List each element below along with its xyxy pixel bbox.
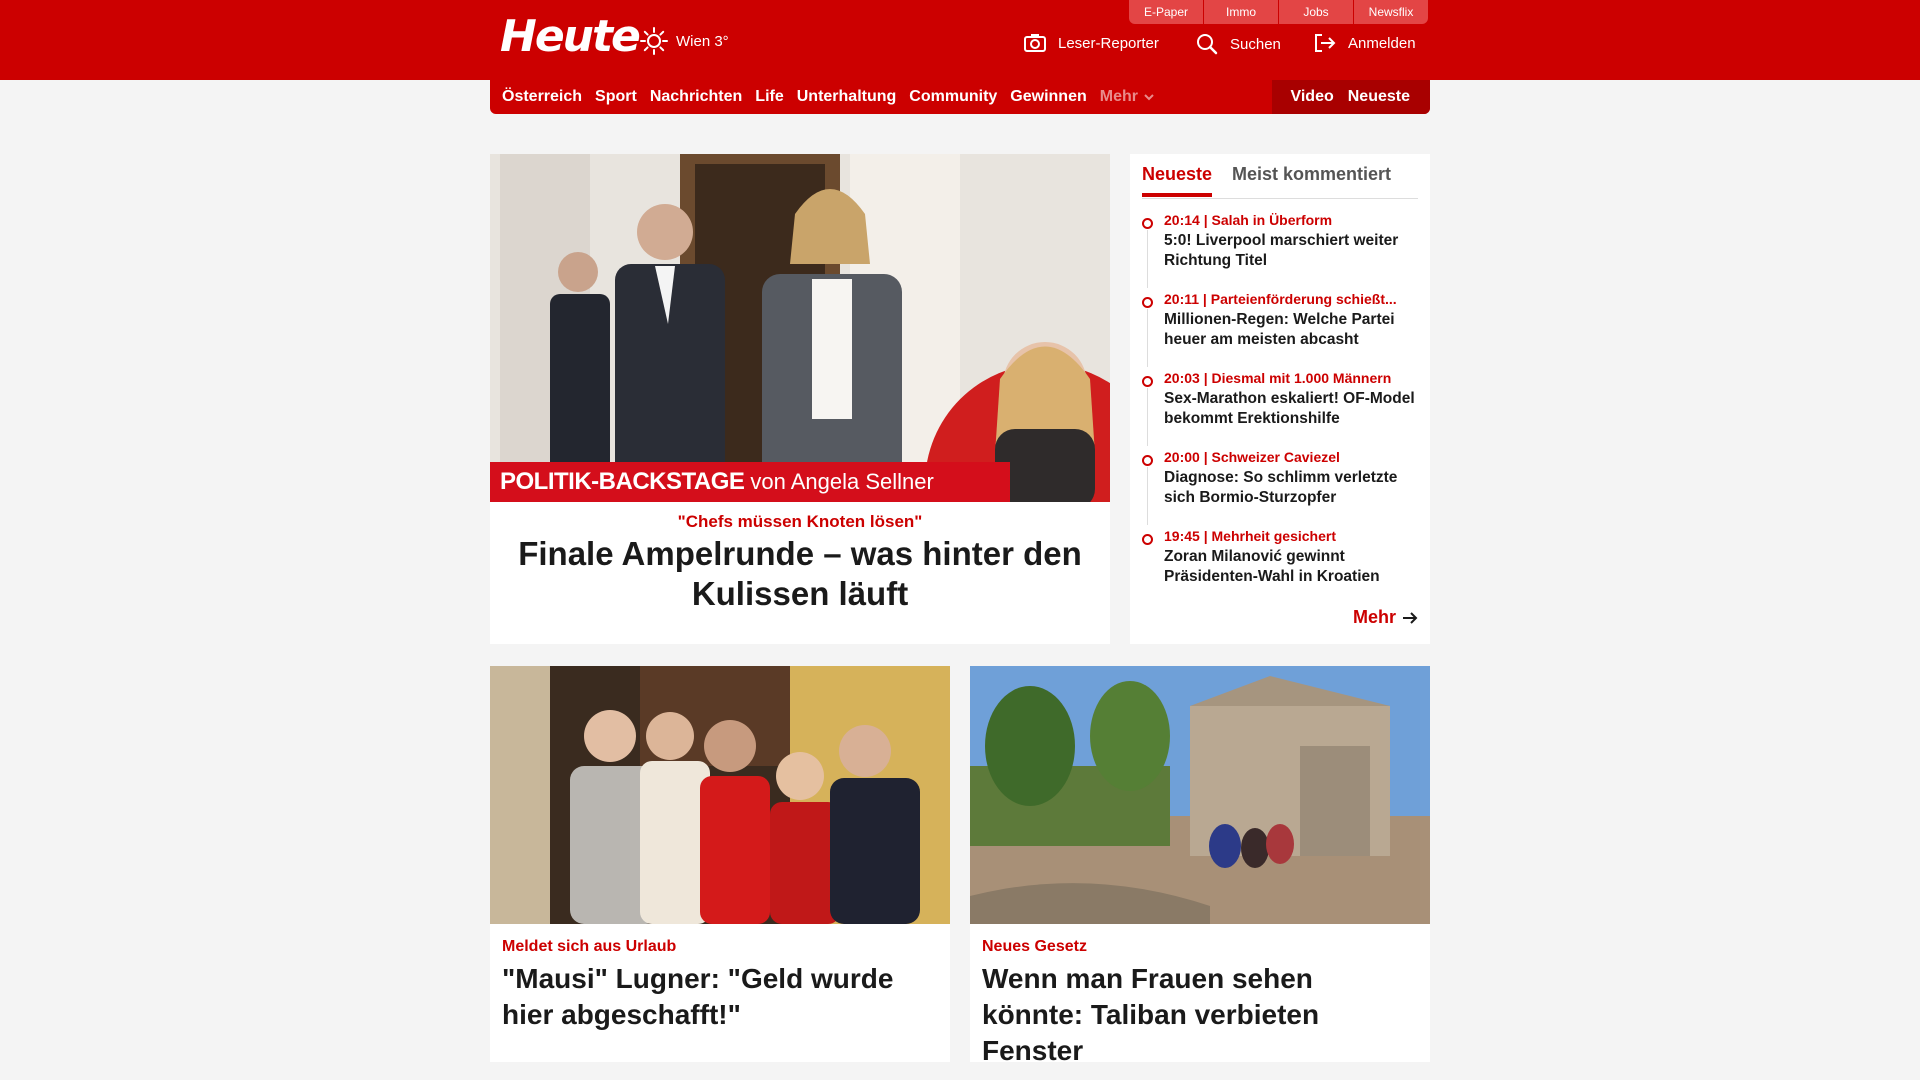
- article-card-kicker: Neues Gesetz: [982, 938, 1087, 955]
- party-photo-illustration: [490, 666, 950, 924]
- feed-item-title[interactable]: Diagnose: So schlimm verletzte sich Borm…: [1164, 468, 1422, 508]
- article-card-title[interactable]: "Mausi" Lugner: "Geld wurde hier abgesch…: [502, 961, 938, 1033]
- article-card-image: [970, 666, 1430, 924]
- nav-item-neueste[interactable]: Neueste: [1348, 88, 1410, 106]
- feed-item[interactable]: 20:14 | Salah in Überform 5:0! Liverpool…: [1142, 212, 1422, 291]
- site-logo[interactable]: Heute: [500, 12, 641, 62]
- nav-more-dropdown[interactable]: Mehr: [1100, 88, 1156, 106]
- leser-reporter-label: Leser-Reporter: [1058, 34, 1159, 52]
- nav-item-sport[interactable]: Sport: [595, 88, 637, 106]
- feed-item[interactable]: 20:03 | Diesmal mit 1.000 Männern Sex-Ma…: [1142, 370, 1422, 449]
- search-icon: [1197, 34, 1218, 55]
- weather-text: Wien 3°: [676, 32, 729, 50]
- hero-kicker: "Chefs müssen Knoten lösen": [677, 512, 923, 531]
- nav-item-community[interactable]: Community: [909, 88, 997, 106]
- feed-item-meta: 20:00 | Schweizer Caviezel: [1164, 449, 1340, 465]
- article-card-title[interactable]: Wenn man Frauen sehen könnte: Taliban ve…: [982, 961, 1418, 1069]
- hero-banner-author: von Angela Sellner: [750, 469, 934, 494]
- latest-news-sidebar: Neueste Meist kommentiert 20:14 | Salah …: [1130, 154, 1430, 644]
- timeline-line: [1147, 309, 1148, 367]
- hero-photo-illustration: [490, 154, 1110, 502]
- timeline-line: [1147, 230, 1148, 288]
- util-link-epaper[interactable]: E-Paper: [1129, 0, 1203, 24]
- nav-item-gewinnen[interactable]: Gewinnen: [1010, 88, 1086, 106]
- hero-banner: POLITIK-BACKSTAGE von Angela Sellner: [490, 462, 1010, 502]
- timeline-dot: [1142, 455, 1153, 466]
- more-news-link[interactable]: Mehr: [1353, 607, 1418, 628]
- nav-item-video[interactable]: Video: [1290, 88, 1333, 106]
- nav-item-unterhaltung[interactable]: Unterhaltung: [797, 88, 897, 106]
- feed-item-title[interactable]: 5:0! Liverpool marschiert weiter Richtun…: [1164, 231, 1422, 271]
- news-feed: 20:14 | Salah in Überform 5:0! Liverpool…: [1142, 212, 1422, 607]
- nav-item-oesterreich[interactable]: Österreich: [502, 88, 582, 106]
- feed-item-title[interactable]: Zoran Milanović gewinnt Präsidenten-Wahl…: [1164, 547, 1422, 587]
- timeline-dot: [1142, 297, 1153, 308]
- nav-right-group: Video Neueste: [1272, 80, 1430, 114]
- timeline-dot: [1142, 376, 1153, 387]
- village-photo-illustration: [970, 666, 1430, 924]
- hero-title[interactable]: Finale Ampelrunde – was hinter den Kulis…: [510, 534, 1090, 614]
- feed-item[interactable]: 19:45 | Mehrheit gesichert Zoran Milanov…: [1142, 528, 1422, 607]
- article-card[interactable]: Meldet sich aus Urlaub "Mausi" Lugner: "…: [490, 666, 950, 1062]
- article-card-image: [490, 666, 950, 924]
- search-label: Suchen: [1230, 35, 1281, 53]
- timeline-dot: [1142, 534, 1153, 545]
- login-link[interactable]: Anmelden: [1314, 33, 1416, 53]
- sidebar-tabs: Neueste Meist kommentiert: [1142, 154, 1418, 199]
- utility-links: E-Paper Immo Jobs Newsflix: [1129, 0, 1428, 24]
- sun-icon: [640, 27, 668, 55]
- arrow-right-icon: [1403, 611, 1418, 624]
- tab-neueste[interactable]: Neueste: [1142, 164, 1212, 185]
- tab-meist-kommentiert[interactable]: Meist kommentiert: [1232, 164, 1391, 185]
- util-link-newsflix[interactable]: Newsflix: [1354, 0, 1428, 24]
- timeline-line: [1147, 388, 1148, 446]
- timeline-dot: [1142, 218, 1153, 229]
- more-news-label: Mehr: [1352, 607, 1396, 627]
- nav-item-nachrichten[interactable]: Nachrichten: [650, 88, 742, 106]
- timeline-line: [1147, 467, 1148, 525]
- article-card-kicker: Meldet sich aus Urlaub: [502, 938, 677, 955]
- chevron-down-icon: [1144, 94, 1154, 101]
- active-tab-indicator: [1142, 193, 1212, 197]
- weather-widget[interactable]: Wien 3°: [640, 27, 729, 55]
- leser-reporter-link[interactable]: Leser-Reporter: [1024, 33, 1159, 53]
- feed-item-title[interactable]: Sex-Marathon eskaliert! OF-Model bekommt…: [1164, 389, 1422, 429]
- feed-item[interactable]: 20:11 | Parteienförderung schießt... Mil…: [1142, 291, 1422, 370]
- camera-icon: [1024, 34, 1046, 52]
- hero-banner-title: POLITIK-BACKSTAGE: [500, 468, 745, 495]
- feed-item-meta: 20:14 | Salah in Überform: [1164, 212, 1333, 228]
- site-header: Heute Wien 3° E-Paper Immo Jobs Newsflix…: [0, 0, 1920, 80]
- search-link[interactable]: Suchen: [1196, 33, 1281, 55]
- hero-image: POLITIK-BACKSTAGE von Angela Sellner: [490, 154, 1110, 502]
- feed-item-meta: 19:45 | Mehrheit gesichert: [1164, 528, 1336, 544]
- util-link-jobs[interactable]: Jobs: [1279, 0, 1353, 24]
- nav-item-life[interactable]: Life: [755, 88, 783, 106]
- main-navigation: Österreich Sport Nachrichten Life Unterh…: [490, 80, 1430, 114]
- login-icon: [1315, 34, 1336, 52]
- feed-item-title[interactable]: Millionen-Regen: Welche Partei heuer am …: [1164, 310, 1422, 350]
- feed-item[interactable]: 20:00 | Schweizer Caviezel Diagnose: So …: [1142, 449, 1422, 528]
- feed-item-meta: 20:03 | Diesmal mit 1.000 Männern: [1164, 370, 1392, 386]
- login-label: Anmelden: [1348, 34, 1416, 52]
- article-card[interactable]: Neues Gesetz Wenn man Frauen sehen könnt…: [970, 666, 1430, 1066]
- feed-item-meta: 20:11 | Parteienförderung schießt...: [1164, 291, 1397, 307]
- util-link-immo[interactable]: Immo: [1204, 0, 1278, 24]
- hero-article[interactable]: POLITIK-BACKSTAGE von Angela Sellner "Ch…: [490, 154, 1110, 644]
- nav-more-label: Mehr: [1099, 88, 1138, 105]
